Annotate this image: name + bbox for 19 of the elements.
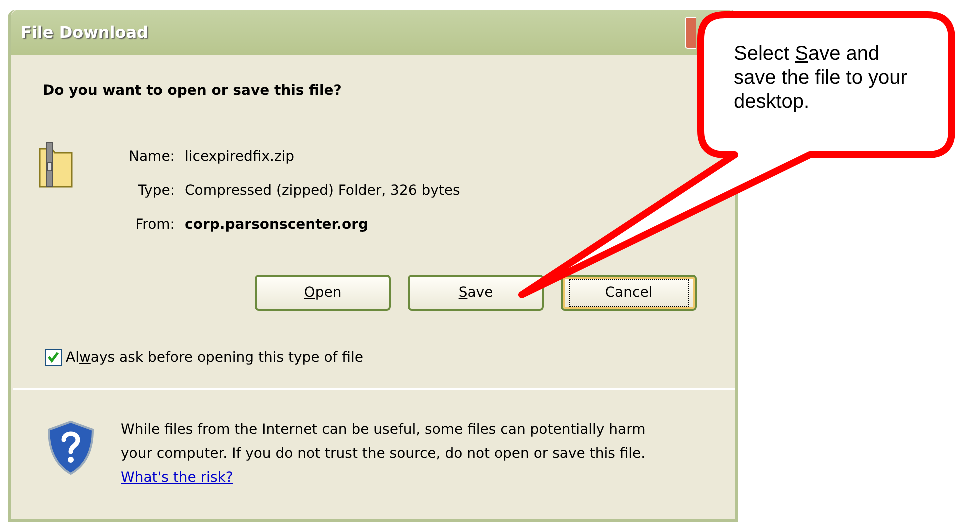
warning-text: While files from the Internet can be useful, some files can potentially harm your computer. If you do not trust the source, do not open or save this file. What's the risk? — [121, 421, 647, 488]
field-value: corp.parsonscenter.org — [185, 217, 370, 233]
checkbox-label[interactable]: Always ask before opening this type of file — [66, 350, 364, 366]
dialog-button[interactable]: Save — [408, 275, 544, 311]
field-label: From: — [134, 217, 176, 233]
question-text: Do you want to open or save this file? — [43, 83, 343, 99]
field-label: Type: — [137, 183, 176, 199]
dialog-button[interactable]: Open — [255, 275, 391, 311]
field-label: Name: — [129, 149, 176, 165]
field-value: licexpiredfix.zip — [185, 149, 296, 165]
window-title: File Download — [21, 23, 148, 42]
risk-link[interactable]: What's the risk? — [121, 470, 234, 486]
callout-text: Select Save and save the file to your desktop. — [734, 42, 908, 114]
field-value: Compressed (zipped) Folder, 326 bytes — [185, 183, 460, 199]
close-button[interactable] — [685, 16, 696, 48]
checkbox[interactable] — [45, 349, 62, 366]
dialog-button[interactable]: Cancel — [561, 275, 697, 311]
zip-folder-icon — [39, 141, 73, 189]
shield-help-icon — [47, 420, 95, 476]
